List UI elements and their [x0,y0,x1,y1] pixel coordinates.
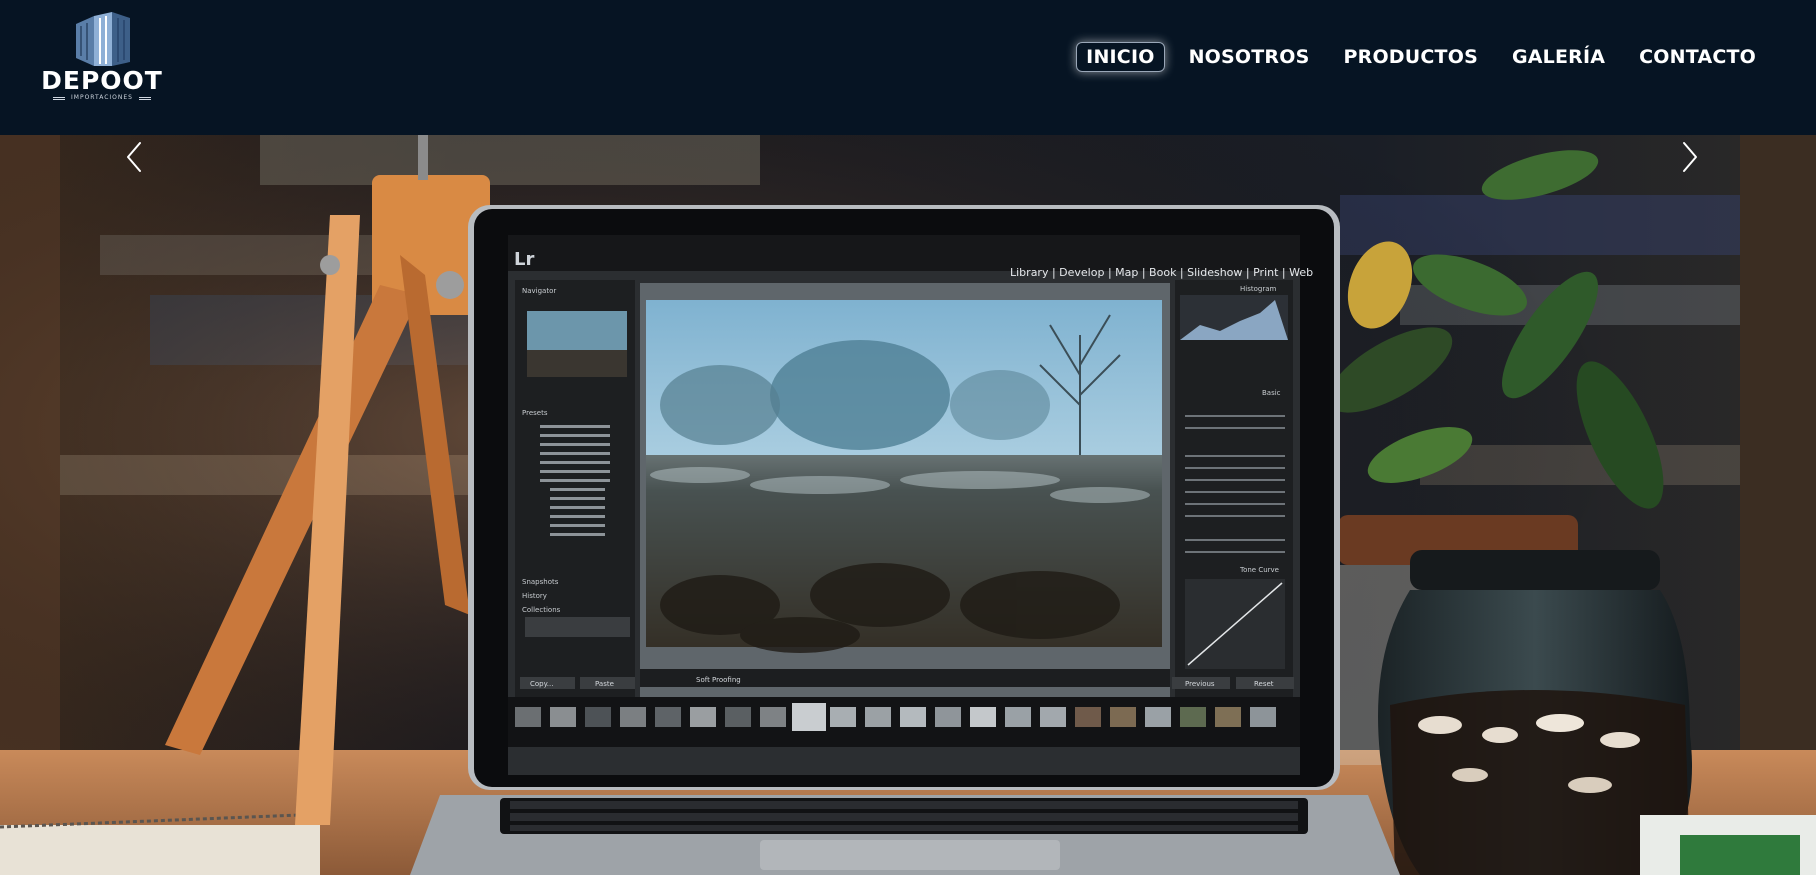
soft-proofing-label: Soft Proofing [696,676,741,684]
main-nav: INICIO NOSOTROS PRODUCTOS GALERÍA CONTAC… [1076,42,1766,72]
chevron-left-icon[interactable] [116,135,156,179]
nav-item-productos[interactable]: PRODUCTOS [1334,42,1488,72]
divider [139,96,151,100]
building-icon [76,12,130,66]
copy-label: Copy... [530,680,553,688]
divider [53,96,65,100]
nav-item-nosotros[interactable]: NOSOTROS [1179,42,1320,72]
nav-item-galeria[interactable]: GALERÍA [1502,42,1615,72]
panel-history: History [522,592,547,600]
panel-navigator: Navigator [522,287,556,295]
panel-histogram: Histogram [1240,285,1276,293]
nav-item-contacto[interactable]: CONTACTO [1629,42,1766,72]
hero-slider: Lr Library | Develop | Map | Book | Slid… [0,135,1816,875]
app-modules: Library | Develop | Map | Book | Slidesh… [1010,266,1313,279]
brand-tagline-row: IMPORTACIONES [26,94,178,102]
previous-label: Previous [1185,680,1215,688]
reset-label: Reset [1254,680,1274,688]
hero-image: Lr Library | Develop | Map | Book | Slid… [0,135,1816,875]
panel-snapshots: Snapshots [522,578,559,586]
brand-name: DEPOOT [41,66,163,95]
site-header: DEPOOT IMPORTACIONES INICIO NOSOTROS PRO… [0,0,1816,135]
panel-presets: Presets [522,409,548,417]
brand-tagline: IMPORTACIONES [71,94,133,101]
panel-tone-curve: Tone Curve [1239,566,1279,574]
panel-collections: Collections [522,606,561,614]
paste-label: Paste [595,680,614,688]
panel-basic: Basic [1262,389,1281,397]
chevron-right-icon[interactable] [1668,135,1708,179]
app-logo: Lr [514,249,534,270]
nav-item-inicio[interactable]: INICIO [1076,42,1165,72]
brand-logo[interactable]: DEPOOT IMPORTACIONES [26,12,178,102]
